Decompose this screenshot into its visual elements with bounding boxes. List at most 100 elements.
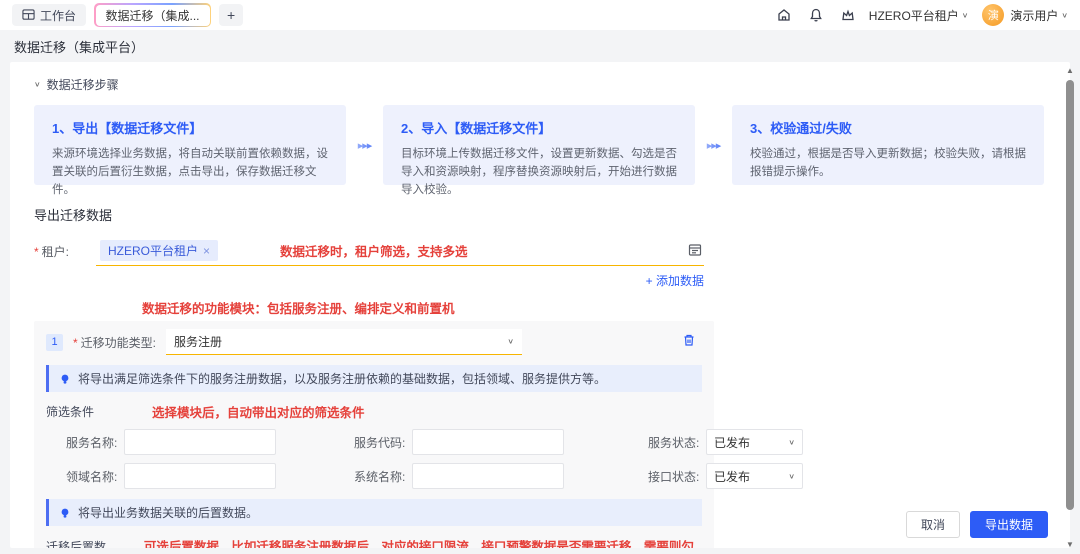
tab-workbench[interactable]: 工作台: [12, 4, 86, 26]
tenant-selector[interactable]: HZERO平台租户 ∨: [869, 7, 969, 24]
chevron-down-icon: ∨: [507, 337, 514, 346]
tenant-selector-label: HZERO平台租户: [869, 7, 959, 24]
step-2-desc: 目标环境上传数据迁移文件，设置更新数据、勾选是否导入和资源映射，程序替换资源映射…: [401, 145, 677, 199]
tab-workbench-label: 工作台: [40, 7, 76, 24]
tenant-multiselect-field[interactable]: HZERO平台租户 × 数据迁移时，租户筛选，支持多选: [96, 238, 704, 266]
migration-type-value: 服务注册: [174, 333, 222, 350]
migration-type-label: *迁移功能类型:: [73, 334, 156, 351]
domain-name-input[interactable]: [124, 463, 276, 489]
filter-cell: 服务代码:: [276, 429, 564, 455]
filter-head: 筛选条件 选择模块后，自动带出对应的筛选条件: [46, 402, 702, 421]
step-1-title: 1、导出【数据迁移文件】: [52, 118, 328, 137]
scrollbar-thumb[interactable]: [1066, 80, 1074, 510]
main-content-card: ∨ 数据迁移步骤 1、导出【数据迁移文件】 来源环境选择业务数据，将自动关联前置…: [10, 62, 1070, 548]
filter-cell: 服务名称:: [46, 429, 276, 455]
tip-bulb-icon: [59, 507, 71, 519]
step-card-3: 3、校验通过/失败 校验通过，根据是否导入更新数据；校验失败，请根据报错提示操作…: [732, 105, 1044, 185]
chevron-down-icon: ∨: [788, 472, 795, 481]
interface-status-select[interactable]: 已发布 ∨: [706, 463, 803, 489]
tag-close-icon[interactable]: ×: [203, 244, 210, 258]
step-2-title: 2、导入【数据迁移文件】: [401, 118, 677, 137]
filter-row-2: 领域名称: 系统名称: 接口状态: 已发布 ∨: [46, 463, 702, 489]
info-bar-2: 将导出业务数据关联的后置数据。: [46, 499, 702, 526]
migration-type-row: 1 *迁移功能类型: 服务注册 ∨: [46, 329, 702, 355]
avatar[interactable]: 演: [982, 4, 1004, 26]
step-1-desc: 来源环境选择业务数据，将自动关联前置依赖数据，设置关联的后置衍生数据，点击导出，…: [52, 145, 328, 199]
module-annotation: 数据迁移的功能模块：包括服务注册、编排定义和前置机: [142, 298, 1044, 317]
step-3-desc: 校验通过，根据是否导入更新数据；校验失败，请根据报错提示操作。: [750, 145, 1026, 181]
collapse-caret-icon: ∨: [34, 80, 41, 89]
chevron-down-icon: ∨: [1061, 11, 1068, 20]
export-data-button[interactable]: 导出数据: [970, 511, 1048, 538]
home-icon[interactable]: [775, 6, 793, 24]
step-card-1: 1、导出【数据迁移文件】 来源环境选择业务数据，将自动关联前置依赖数据，设置关联…: [34, 105, 346, 185]
add-data-row: + 添加数据: [34, 272, 704, 290]
scroll-down-icon[interactable]: ▼: [1064, 538, 1076, 550]
step-arrow-icon: ▸▸▸: [346, 139, 383, 152]
export-form-title: 导出迁移数据: [34, 205, 1044, 224]
page-title: 数据迁移（集成平台）: [14, 37, 144, 56]
add-data-link[interactable]: + 添加数据: [646, 274, 704, 288]
notification-bell-icon[interactable]: [807, 6, 825, 24]
user-name: 演示用户: [1010, 7, 1058, 24]
tenant-annotation: 数据迁移时，租户筛选，支持多选: [280, 241, 468, 260]
post-data-title: 迁移后置数据: [46, 538, 116, 548]
user-menu[interactable]: 演示用户 ∨: [1010, 7, 1068, 24]
new-tab-button[interactable]: +: [219, 4, 243, 26]
filter-cell: 服务状态: 已发布 ∨: [564, 429, 803, 455]
tab-bar: 工作台 数据迁移（集成... + HZERO平台租户 ∨ 演 演示用户 ∨: [0, 0, 1080, 30]
step-card-2: 2、导入【数据迁移文件】 目标环境上传数据迁移文件，设置更新数据、勾选是否导入和…: [383, 105, 695, 185]
filter-annotation: 选择模块后，自动带出对应的筛选条件: [152, 402, 365, 421]
system-name-input[interactable]: [412, 463, 564, 489]
filter-grid: 服务名称: 服务代码: 服务状态: 已发布 ∨ 领域名称:: [46, 429, 702, 489]
filter-label: 服务代码:: [354, 434, 412, 451]
cancel-button[interactable]: 取消: [906, 511, 960, 538]
filter-row-1: 服务名称: 服务代码: 服务状态: 已发布 ∨: [46, 429, 702, 455]
workbench-grid-icon: [22, 9, 35, 22]
row-index-badge: 1: [46, 334, 63, 351]
required-mark: *: [73, 336, 78, 350]
service-status-select[interactable]: 已发布 ∨: [706, 429, 803, 455]
chevron-down-icon: ∨: [788, 438, 795, 447]
scroll-up-icon[interactable]: ▲: [1064, 64, 1076, 76]
filter-label: 服务状态:: [648, 434, 706, 451]
migration-type-select[interactable]: 服务注册 ∨: [166, 329, 522, 355]
post-data-head: 迁移后置数据 可选后置数据，比如迁移服务注册数据后，对应的接口限流、接口预警数据…: [46, 536, 702, 548]
lookup-table-icon[interactable]: [688, 243, 702, 262]
tenant-tag-label: HZERO平台租户: [108, 242, 198, 259]
tip-bulb-icon: [59, 373, 71, 385]
interface-status-value: 已发布: [714, 468, 750, 485]
step-arrow-icon: ▸▸▸: [695, 139, 732, 152]
migration-config-panel: 1 *迁移功能类型: 服务注册 ∨ 将导出满足筛选条件下的服务注册数据，以及服务…: [34, 321, 714, 548]
tab-data-migration[interactable]: 数据迁移（集成...: [94, 3, 211, 27]
service-name-input[interactable]: [124, 429, 276, 455]
filter-cell: 系统名称:: [276, 463, 564, 489]
tenant-row: *租户: HZERO平台租户 × 数据迁移时，租户筛选，支持多选: [34, 238, 1044, 266]
tenant-tag: HZERO平台租户 ×: [100, 240, 218, 261]
steps-section-title: 数据迁移步骤: [47, 76, 119, 93]
steps-collapse-header[interactable]: ∨ 数据迁移步骤: [34, 76, 1044, 93]
steps-row: 1、导出【数据迁移文件】 来源环境选择业务数据，将自动关联前置依赖数据，设置关联…: [34, 105, 1044, 185]
chevron-down-icon: ∨: [962, 11, 969, 20]
info-2-text: 将导出业务数据关联的后置数据。: [78, 504, 258, 521]
filter-label: 服务名称:: [66, 434, 124, 451]
filter-cell: 接口状态: 已发布 ∨: [564, 463, 803, 489]
crown-icon[interactable]: [839, 6, 857, 24]
filter-label: 系统名称:: [354, 468, 412, 485]
step-3-title: 3、校验通过/失败: [750, 118, 1026, 137]
filter-cell: 领域名称:: [46, 463, 276, 489]
footer-buttons: 取消 导出数据: [906, 511, 1048, 538]
delete-row-icon[interactable]: [682, 333, 696, 352]
service-status-value: 已发布: [714, 434, 750, 451]
filter-label: 接口状态:: [648, 468, 706, 485]
filter-label: 领域名称:: [66, 468, 124, 485]
post-data-annotation: 可选后置数据，比如迁移服务注册数据后，对应的接口限流、接口预警数据是否需要迁移，…: [144, 536, 702, 548]
info-1-text: 将导出满足筛选条件下的服务注册数据，以及服务注册依赖的基础数据，包括领域、服务提…: [78, 370, 606, 387]
info-bar-1: 将导出满足筛选条件下的服务注册数据，以及服务注册依赖的基础数据，包括领域、服务提…: [46, 365, 702, 392]
filter-title: 筛选条件: [46, 403, 94, 420]
tenant-field-label: *租户:: [34, 243, 96, 266]
service-code-input[interactable]: [412, 429, 564, 455]
tab-data-migration-label: 数据迁移（集成...: [96, 5, 210, 26]
required-mark: *: [34, 245, 39, 259]
vertical-scrollbar: ▲ ▼: [1064, 64, 1076, 550]
